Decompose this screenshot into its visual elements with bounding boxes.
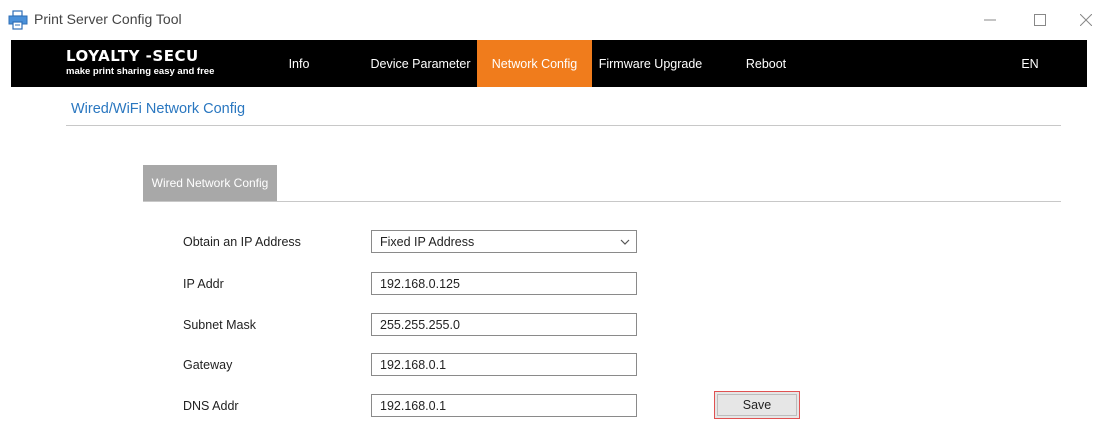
- ip-addr-input[interactable]: 192.168.0.125: [371, 272, 637, 295]
- minimize-icon: [984, 19, 996, 21]
- dns-addr-value: 192.168.0.1: [380, 398, 447, 413]
- obtain-ip-value: Fixed IP Address: [380, 234, 475, 249]
- ip-addr-value: 192.168.0.125: [380, 276, 460, 291]
- dns-addr-label: DNS Addr: [183, 399, 239, 413]
- obtain-ip-select[interactable]: Fixed IP Address: [371, 230, 637, 253]
- window-title: Print Server Config Tool: [34, 11, 182, 27]
- tab-wired-network-config[interactable]: Wired Network Config: [143, 165, 277, 201]
- nav-info[interactable]: Info: [276, 40, 322, 87]
- save-button[interactable]: Save: [714, 391, 800, 419]
- top-navbar: LOYALTY -SECU make print sharing easy an…: [11, 40, 1087, 87]
- nav-firmware-upgrade[interactable]: Firmware Upgrade: [592, 40, 709, 87]
- chevron-down-icon: [620, 239, 630, 245]
- logo-title: LOYALTY -SECU: [66, 47, 199, 65]
- section-title: Wired/WiFi Network Config: [71, 101, 246, 117]
- brand-logo: LOYALTY -SECU make print sharing easy an…: [66, 48, 214, 78]
- gateway-value: 192.168.0.1: [380, 357, 447, 372]
- maximize-button[interactable]: [1020, 6, 1060, 34]
- close-button[interactable]: [1066, 6, 1105, 34]
- save-button-label: Save: [742, 398, 772, 412]
- logo-tagline: make print sharing easy and free: [66, 66, 215, 77]
- gateway-label: Gateway: [183, 358, 233, 372]
- subnet-mask-label: Subnet Mask: [183, 318, 256, 332]
- window-titlebar: Print Server Config Tool: [0, 0, 1105, 40]
- tab-divider: [143, 201, 1061, 202]
- obtain-ip-label: Obtain an IP Address: [183, 235, 301, 249]
- minimize-button[interactable]: [970, 6, 1010, 34]
- gateway-input[interactable]: 192.168.0.1: [371, 353, 637, 376]
- nav-reboot[interactable]: Reboot: [738, 40, 794, 87]
- nav-network-config[interactable]: Network Config: [477, 40, 592, 87]
- nav-device-parameter[interactable]: Device Parameter: [363, 40, 478, 87]
- dns-addr-input[interactable]: 192.168.0.1: [371, 394, 637, 417]
- ip-addr-label: IP Addr: [183, 277, 224, 291]
- close-icon: [1080, 14, 1092, 26]
- maximize-icon: [1034, 14, 1046, 26]
- subnet-mask-value: 255.255.255.0: [380, 317, 460, 332]
- printer-network-icon: [8, 10, 28, 30]
- subnet-mask-input[interactable]: 255.255.255.0: [371, 313, 637, 336]
- section-divider: [66, 125, 1061, 126]
- language-switch[interactable]: EN: [1015, 40, 1045, 87]
